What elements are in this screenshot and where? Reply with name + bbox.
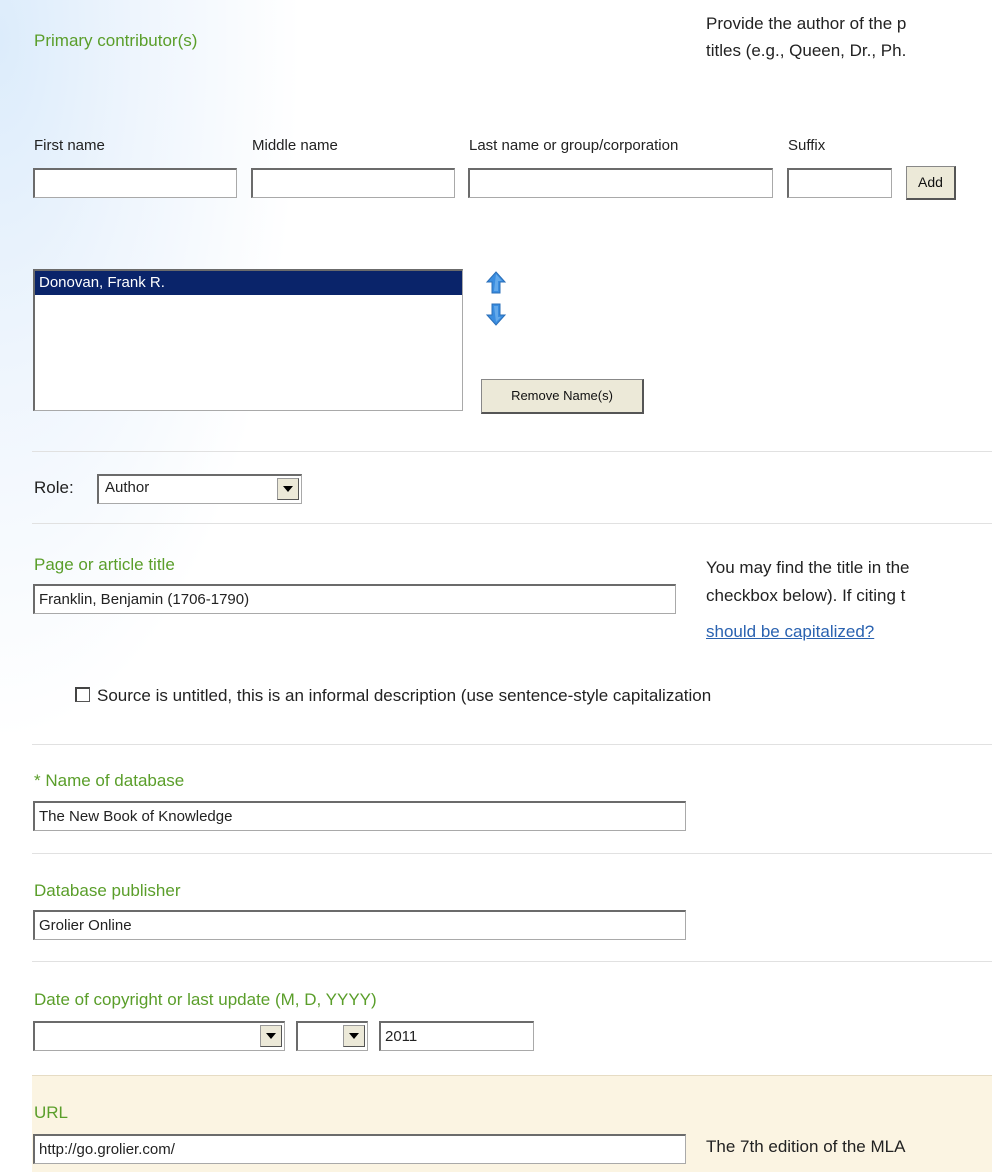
listbox-item-selected[interactable]: Donovan, Frank R.	[35, 271, 462, 295]
role-select[interactable]: Author	[97, 474, 302, 504]
middle-name-input[interactable]	[251, 168, 455, 198]
publisher-input[interactable]: Grolier Online	[33, 910, 686, 940]
database-name-label: * Name of database	[34, 771, 185, 790]
page-title-input[interactable]: Franklin, Benjamin (1706-1790)	[33, 584, 676, 614]
first-name-input[interactable]	[33, 168, 237, 198]
role-label: Role:	[34, 478, 74, 497]
capitalization-help-link[interactable]: should be capitalized?	[706, 621, 874, 643]
role-selected-value: Author	[105, 479, 150, 496]
url-label: URL	[34, 1103, 69, 1122]
suffix-label: Suffix	[788, 137, 826, 154]
add-name-button[interactable]: Add	[906, 166, 956, 200]
chevron-down-icon[interactable]	[343, 1025, 365, 1047]
contributors-help-line-2: titles (e.g., Queen, Dr., Ph.	[706, 41, 907, 60]
separator	[32, 451, 992, 452]
title-help-line-2: checkbox below). If citing t	[706, 586, 906, 605]
date-label: Date of copyright or last update (M, D, …	[34, 990, 377, 1009]
separator	[32, 961, 992, 962]
page-title-label: Page or article title	[34, 555, 175, 574]
primary-contributors-heading: Primary contributor(s)	[34, 31, 198, 50]
suffix-input[interactable]	[787, 168, 892, 198]
remove-names-button[interactable]: Remove Name(s)	[481, 379, 644, 414]
url-input[interactable]: http://go.grolier.com/	[33, 1134, 686, 1164]
year-input[interactable]: 2011	[379, 1021, 534, 1051]
separator	[32, 744, 992, 745]
database-name-input[interactable]: The New Book of Knowledge	[33, 801, 686, 831]
last-name-input[interactable]	[468, 168, 773, 198]
chevron-down-icon[interactable]	[260, 1025, 282, 1047]
arrow-down-icon[interactable]	[485, 302, 507, 326]
separator	[32, 853, 992, 854]
untitled-checkbox[interactable]	[75, 687, 90, 702]
publisher-label: Database publisher	[34, 881, 181, 900]
chevron-down-icon[interactable]	[277, 478, 299, 500]
url-help-text: The 7th edition of the MLA	[706, 1137, 906, 1156]
untitled-checkbox-label: Source is untitled, this is an informal …	[97, 686, 712, 705]
last-name-label: Last name or group/corporation	[469, 137, 679, 154]
contributors-listbox[interactable]: Donovan, Frank R.	[33, 269, 463, 411]
month-select[interactable]	[33, 1021, 285, 1051]
arrow-up-icon[interactable]	[485, 271, 507, 295]
separator	[32, 523, 992, 524]
first-name-label: First name	[34, 137, 105, 154]
contributors-help-line-1: Provide the author of the p	[706, 14, 907, 33]
day-select[interactable]	[296, 1021, 368, 1051]
title-help-line-1: You may find the title in the	[706, 558, 910, 577]
middle-name-label: Middle name	[252, 137, 338, 154]
